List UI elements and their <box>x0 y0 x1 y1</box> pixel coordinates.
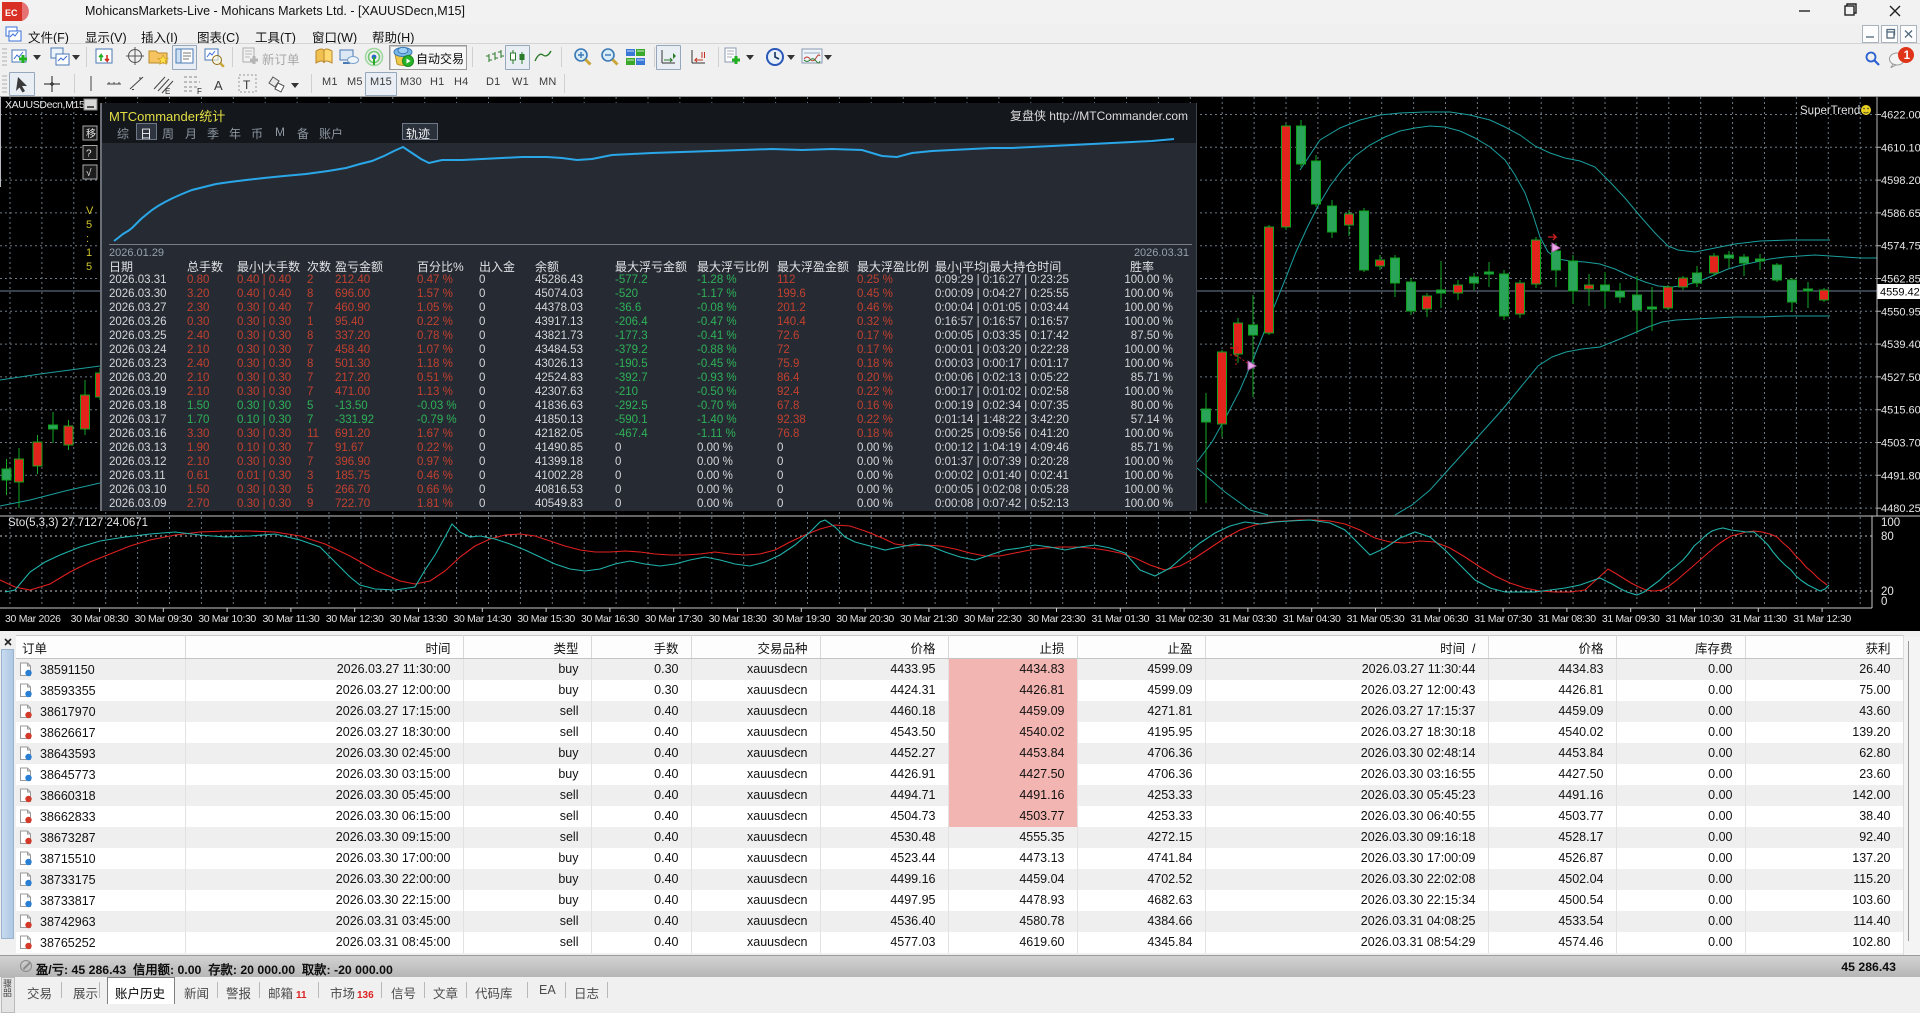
svg-text:30 Mar 09:30: 30 Mar 09:30 <box>134 613 192 625</box>
svg-text:30 Mar 13:30: 30 Mar 13:30 <box>390 613 448 625</box>
svg-text:0: 0 <box>1881 596 1887 608</box>
svg-text:31 Mar 04:30: 31 Mar 04:30 <box>1283 613 1341 625</box>
svg-text:30 Mar 19:30: 30 Mar 19:30 <box>772 613 830 625</box>
svg-text:?: ? <box>86 149 92 160</box>
svg-text:31 Mar 03:30: 31 Mar 03:30 <box>1219 613 1277 625</box>
svg-text:31 Mar 10:30: 31 Mar 10:30 <box>1666 613 1724 625</box>
svg-text:30 Mar 12:30: 30 Mar 12:30 <box>326 613 384 625</box>
svg-text:EC: EC <box>5 8 18 18</box>
svg-text:1: 1 <box>1904 50 1911 62</box>
svg-text:30 Mar 14:30: 30 Mar 14:30 <box>453 613 511 625</box>
svg-text:4610.10: 4610.10 <box>1881 142 1920 154</box>
svg-text:SuperTrend: SuperTrend <box>1800 105 1860 117</box>
svg-text:4539.40: 4539.40 <box>1881 339 1920 351</box>
svg-text:30 Mar 23:30: 30 Mar 23:30 <box>1028 613 1086 625</box>
svg-text:1: 1 <box>86 247 92 259</box>
svg-text:31 Mar 07:30: 31 Mar 07:30 <box>1474 613 1532 625</box>
svg-text:31 Mar 02:30: 31 Mar 02:30 <box>1155 613 1213 625</box>
svg-text:30 Mar 20:30: 30 Mar 20:30 <box>836 613 894 625</box>
svg-text:30 Mar 10:30: 30 Mar 10:30 <box>198 613 256 625</box>
svg-text:30 Mar 17:30: 30 Mar 17:30 <box>645 613 703 625</box>
svg-text:4574.75: 4574.75 <box>1881 241 1920 253</box>
svg-text:4550.95: 4550.95 <box>1881 306 1920 318</box>
svg-text:V: V <box>86 205 94 217</box>
svg-text:XAUUSDecn,M15: XAUUSDecn,M15 <box>5 99 85 111</box>
svg-text:30 Mar 08:30: 30 Mar 08:30 <box>71 613 129 625</box>
svg-text:E: E <box>165 87 170 95</box>
svg-text:T: T <box>243 78 251 92</box>
svg-text:80: 80 <box>1881 531 1894 543</box>
svg-text:4586.65: 4586.65 <box>1881 208 1920 220</box>
svg-text:31 Mar 06:30: 31 Mar 06:30 <box>1410 613 1468 625</box>
svg-text:100: 100 <box>1881 517 1900 529</box>
svg-text:31 Mar 09:30: 31 Mar 09:30 <box>1602 613 1660 625</box>
svg-text:4622.00: 4622.00 <box>1881 110 1920 122</box>
svg-text:30 Mar 15:30: 30 Mar 15:30 <box>517 613 575 625</box>
svg-text:31 Mar 12:30: 31 Mar 12:30 <box>1793 613 1851 625</box>
svg-text:31 Mar 08:30: 31 Mar 08:30 <box>1538 613 1596 625</box>
svg-text:31 Mar 11:30: 31 Mar 11:30 <box>1730 613 1787 625</box>
svg-text:Sto(5,3,3) 27.7127 24.0671: Sto(5,3,3) 27.7127 24.0671 <box>8 517 148 529</box>
svg-text:4559.42: 4559.42 <box>1880 287 1920 299</box>
svg-text:5: 5 <box>86 219 92 231</box>
svg-text:30 Mar 16:30: 30 Mar 16:30 <box>581 613 639 625</box>
svg-text:30 Mar 21:30: 30 Mar 21:30 <box>900 613 958 625</box>
svg-text::: : <box>86 233 89 245</box>
svg-text:4480.25: 4480.25 <box>1881 503 1920 515</box>
svg-text:4491.80: 4491.80 <box>1881 470 1920 482</box>
svg-text:4527.50: 4527.50 <box>1881 372 1920 384</box>
svg-text:4503.70: 4503.70 <box>1881 438 1920 450</box>
svg-text:31 Mar 01:30: 31 Mar 01:30 <box>1091 613 1149 625</box>
svg-text:F: F <box>197 87 202 95</box>
svg-text:√: √ <box>86 167 92 179</box>
svg-text:4562.85: 4562.85 <box>1881 274 1920 286</box>
svg-text:移: 移 <box>86 127 96 140</box>
svg-text:31 Mar 05:30: 31 Mar 05:30 <box>1347 613 1405 625</box>
svg-text:30 Mar 22:30: 30 Mar 22:30 <box>964 613 1022 625</box>
svg-text:4598.20: 4598.20 <box>1881 175 1920 187</box>
svg-text:30 Mar 11:30: 30 Mar 11:30 <box>262 613 319 625</box>
svg-text:4515.60: 4515.60 <box>1881 405 1920 417</box>
svg-text:30 Mar 2026: 30 Mar 2026 <box>5 613 61 625</box>
svg-text:30 Mar 18:30: 30 Mar 18:30 <box>709 613 767 625</box>
svg-text:5: 5 <box>86 261 92 273</box>
